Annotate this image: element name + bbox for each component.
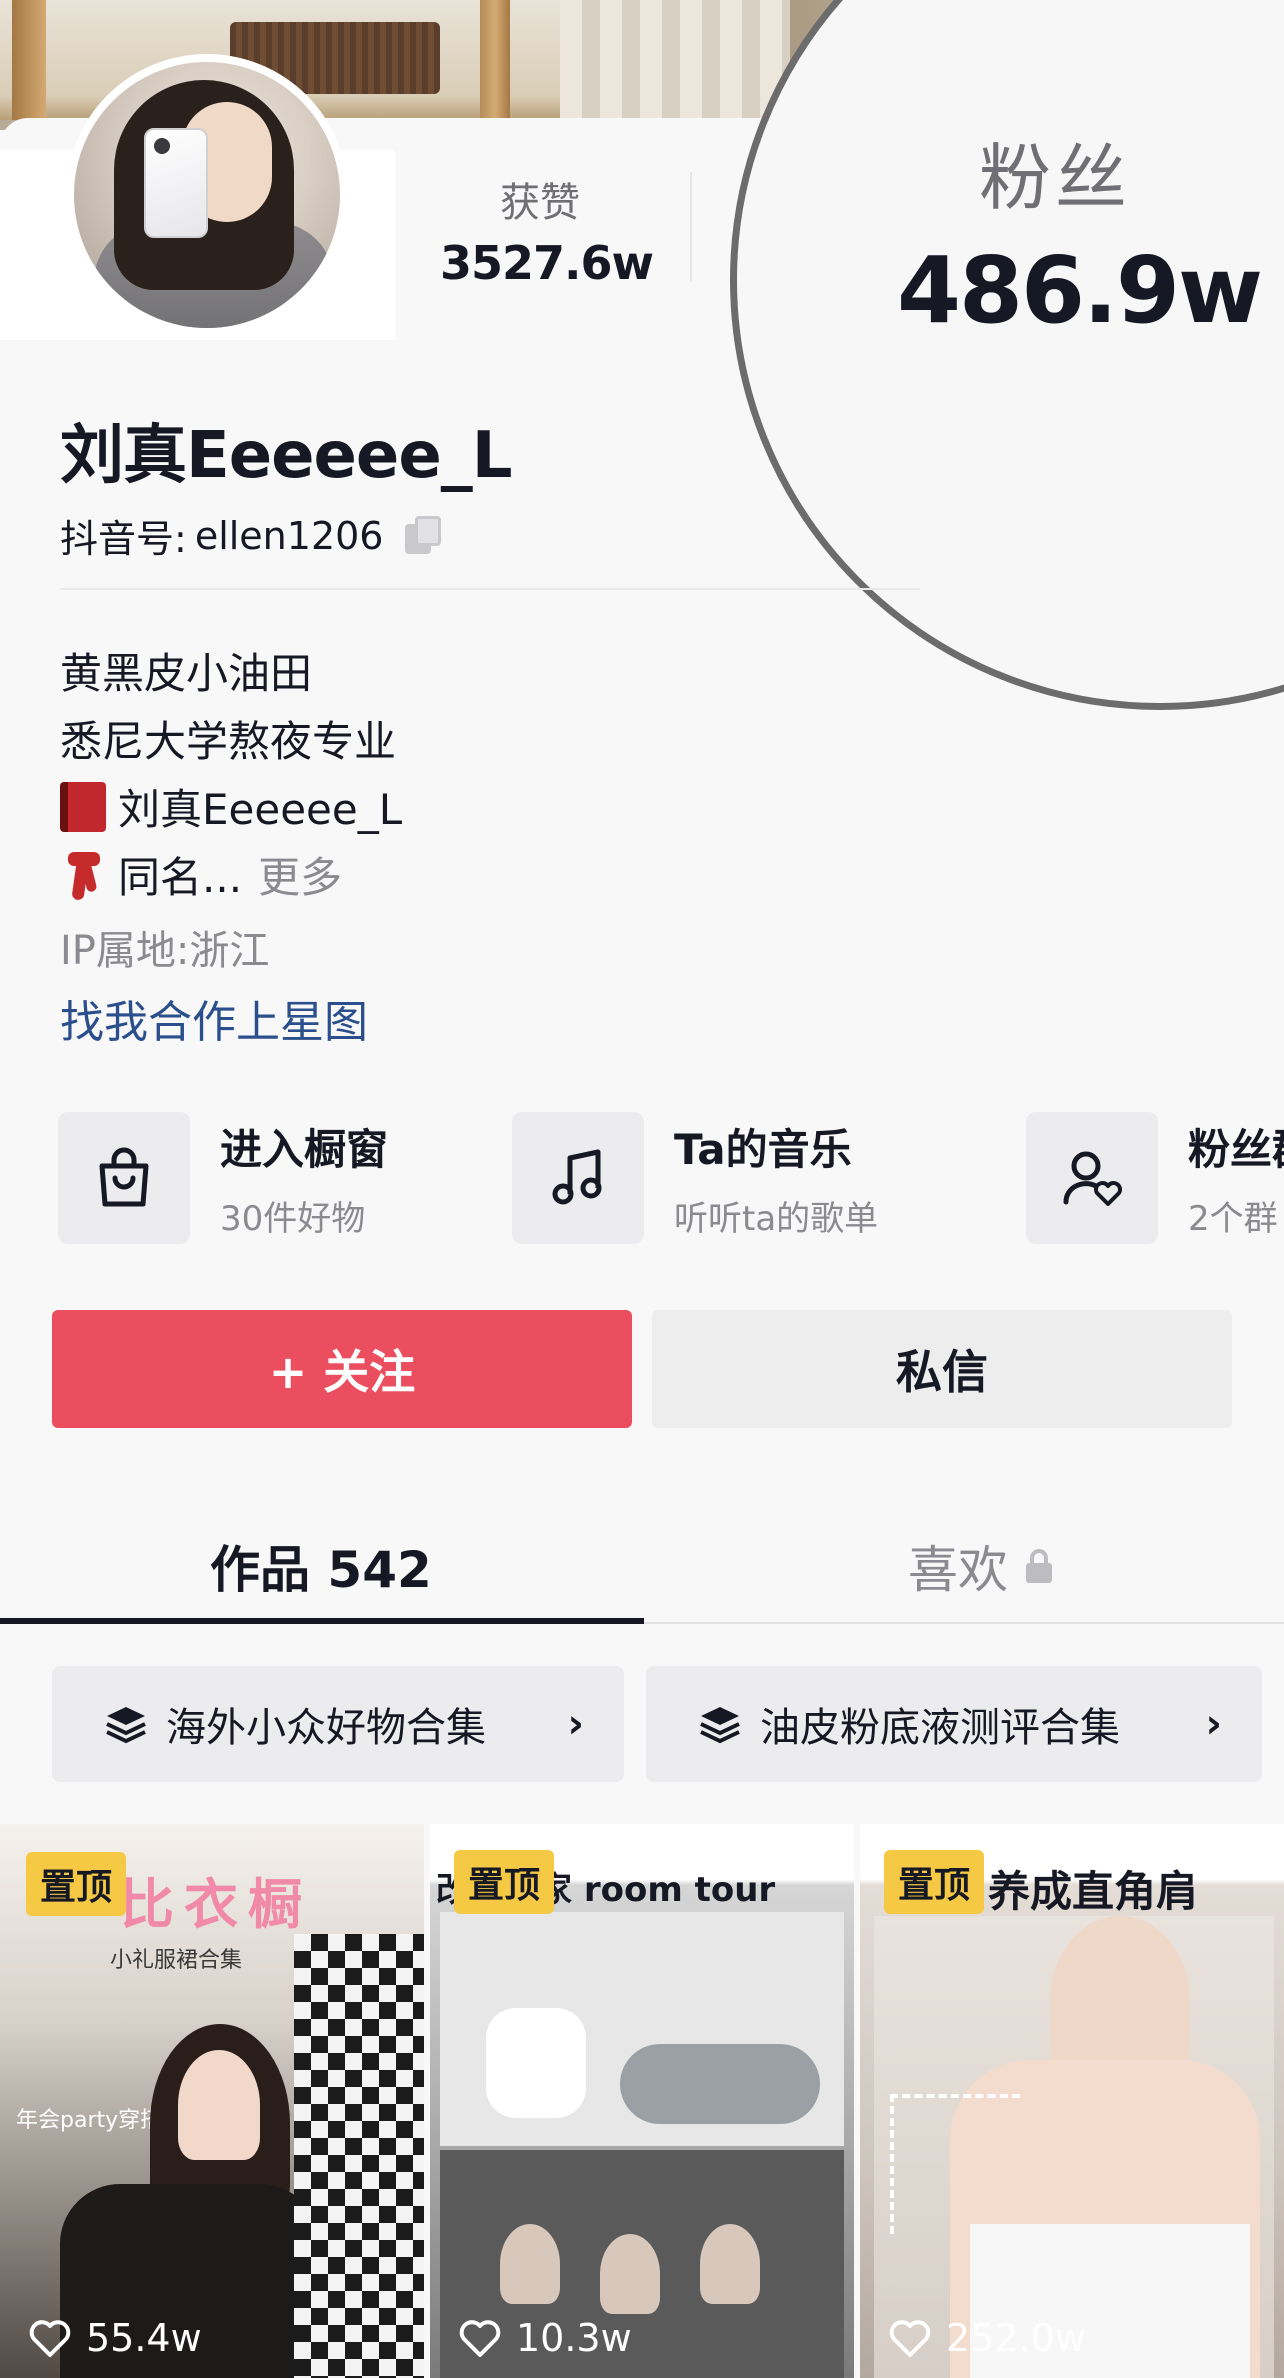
bio-text: 同名... [118, 853, 243, 902]
feature-subtitle: 30件好物 [220, 1199, 366, 1239]
fan-group-entry[interactable]: 粉丝群 2个群 [1026, 1112, 1284, 1244]
active-tab-indicator [0, 1618, 644, 1624]
collection-chip[interactable]: 油皮粉底液测评合集 › [646, 1666, 1262, 1782]
shop-window-entry[interactable]: 进入橱窗 30件好物 [58, 1112, 388, 1244]
chevron-right-icon: › [567, 1701, 584, 1747]
douyin-id-label: 抖音号: [60, 517, 187, 561]
bio-line-scarf: 同名... 更多 [60, 844, 342, 905]
layers-icon [698, 1704, 742, 1744]
feature-subtitle: 2个群 [1188, 1199, 1278, 1239]
chevron-right-icon: › [1205, 1701, 1222, 1747]
douyin-id-value: ellen1206 [194, 513, 384, 558]
pinned-badge: 置顶 [884, 1850, 985, 1914]
red-book-icon [60, 781, 106, 832]
video-thumbnail[interactable]: 比衣橱 小礼服裙合集 年会party穿搭 置顶 55.4w [0, 1824, 424, 2378]
profile-screen: 获赞 3527.6w 粉丝 486.9w 刘真Eeeeee_L 抖音号: ell… [0, 0, 1284, 2378]
heart-icon [889, 2320, 931, 2357]
shopping-bag-icon [58, 1112, 190, 1244]
likes-stat[interactable]: 获赞 3527.6w [440, 170, 654, 290]
douyin-id: 抖音号: ellen1206 [60, 508, 445, 563]
heart-icon [459, 2320, 501, 2357]
collection-chip[interactable]: 海外小众好物合集 › [52, 1666, 624, 1782]
scarf-icon [60, 850, 106, 901]
likes-count: 3527.6w [440, 236, 654, 290]
tab-likes[interactable]: 喜欢 [908, 1530, 1052, 1602]
video-likes: 55.4w [28, 2316, 202, 2360]
copy-icon[interactable] [405, 515, 445, 556]
message-button[interactable]: 私信 [652, 1310, 1232, 1428]
video-likes-count: 55.4w [86, 2316, 202, 2360]
bio-line-book: 刘真Eeeeee_L [60, 776, 402, 837]
pinned-badge: 置顶 [454, 1850, 555, 1914]
bio-line: 悉尼大学熬夜专业 [60, 717, 397, 766]
lock-icon [1026, 1549, 1052, 1583]
follow-button[interactable]: + 关注 [52, 1310, 632, 1428]
video-cover-subtitle: 小礼服裙合集 [110, 1948, 243, 1973]
feature-title: 粉丝群 [1188, 1125, 1284, 1174]
music-entry[interactable]: Ta的音乐 听听ta的歌单 [512, 1112, 878, 1244]
profile-name: 刘真Eeeeee_L [60, 419, 513, 493]
tab-works[interactable]: 作品 542 [210, 1530, 432, 1602]
pinned-badge: 置顶 [26, 1852, 127, 1916]
heart-icon [29, 2320, 71, 2357]
stat-divider [690, 172, 692, 282]
feature-title: Ta的音乐 [674, 1125, 852, 1174]
video-cover-tag: 年会party穿搭 [16, 2108, 163, 2133]
ip-location: IP属地:浙江 [60, 928, 270, 974]
fans-heart-icon [1026, 1112, 1158, 1244]
video-cover-title: 比衣橱 [120, 1873, 312, 1936]
video-thumbnail[interactable]: 养成直角肩 置顶 252.0w [860, 1824, 1284, 2378]
layers-icon [104, 1704, 148, 1744]
video-likes: 10.3w [458, 2316, 632, 2360]
cooperation-link[interactable]: 找我合作上星图 [60, 986, 368, 1050]
video-likes: 252.0w [888, 2316, 1086, 2360]
collection-label: 海外小众好物合集 [166, 1705, 486, 1751]
music-note-icon [512, 1112, 644, 1244]
video-likes-count: 10.3w [516, 2316, 632, 2360]
bio-more-link[interactable]: 更多 [258, 844, 342, 905]
tab-likes-label: 喜欢 [908, 1541, 1008, 1599]
video-thumbnail[interactable]: 改造新家 room tour 置顶 10.3w [430, 1824, 854, 2378]
video-likes-count: 252.0w [946, 2316, 1086, 2360]
bio-text: 刘真Eeeeee_L [118, 785, 403, 834]
fans-count: 486.9w [897, 237, 1263, 344]
fans-label: 粉丝 [979, 136, 1132, 220]
collection-label: 油皮粉底液测评合集 [760, 1705, 1120, 1751]
feature-title: 进入橱窗 [220, 1125, 389, 1174]
feature-subtitle: 听听ta的歌单 [674, 1199, 879, 1239]
likes-label: 获赞 [500, 180, 580, 226]
avatar[interactable] [66, 54, 348, 336]
bio-line: 黄黑皮小油田 [60, 649, 313, 698]
video-cover-title: 养成直角肩 [988, 1867, 1199, 1916]
profile-divider [60, 588, 920, 590]
